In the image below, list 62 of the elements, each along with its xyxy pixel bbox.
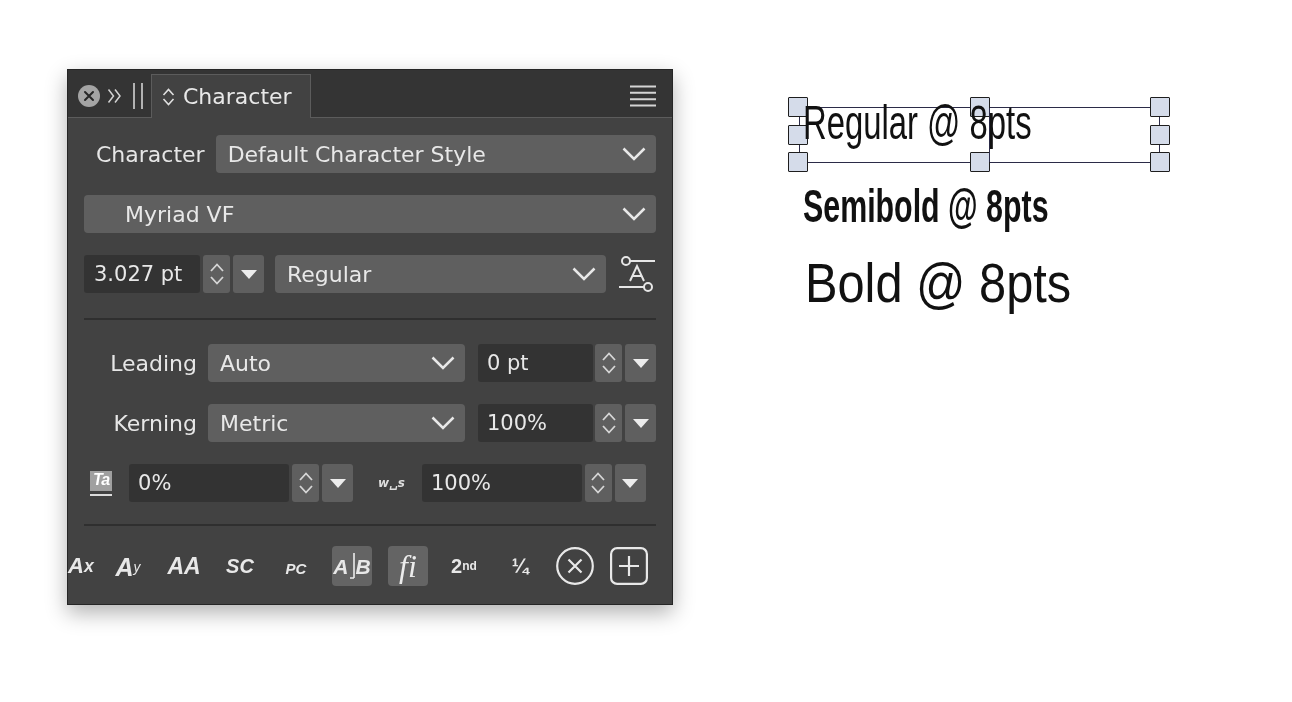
- chevron-up-down-icon: [601, 411, 616, 435]
- style-dropdown[interactable]: Default Character Style: [215, 135, 656, 173]
- double-chevron-icon[interactable]: [107, 87, 122, 104]
- value-field[interactable]: 0%: [129, 464, 290, 502]
- stepper-button[interactable]: [584, 464, 612, 502]
- chevron-up-down-icon: [209, 262, 224, 286]
- chevron-up-down-icon: [298, 471, 313, 495]
- dropdown-arrow-button[interactable]: [625, 404, 656, 442]
- field-label: Leading: [109, 350, 197, 376]
- chevron-down-icon: [431, 416, 455, 430]
- chevron-up-down-icon: [162, 86, 175, 107]
- typography-button[interactable]: AA: [164, 546, 204, 586]
- typography-button[interactable]: SC: [220, 546, 260, 586]
- chevron-down-icon: [622, 207, 646, 221]
- letter-between-lines-icon[interactable]: [618, 255, 656, 293]
- dropdown-arrow-button[interactable]: [322, 464, 354, 502]
- resize-handle[interactable]: [1150, 152, 1170, 172]
- typography-button[interactable]: A$^{y}$: [108, 546, 148, 586]
- font-family-dropdown[interactable]: Myriad VF: [84, 195, 656, 233]
- chevron-up-down-icon: [591, 471, 606, 495]
- resize-handle[interactable]: [1150, 97, 1170, 117]
- letter-tile: Ta: [90, 470, 113, 496]
- field-label: Character: [95, 141, 205, 167]
- value-field[interactable]: 0 pt: [478, 344, 593, 382]
- mode-dropdown[interactable]: Metric: [208, 404, 465, 442]
- triangle-down-icon: [622, 478, 639, 488]
- stepper-button[interactable]: [595, 344, 622, 382]
- dropdown-arrow-button[interactable]: [233, 255, 264, 293]
- font-style-dropdown[interactable]: Regular: [275, 255, 606, 293]
- stepper-button[interactable]: [203, 255, 230, 293]
- field-label: Kerning: [112, 410, 197, 436]
- font-size-field[interactable]: 3.027 pt: [84, 255, 200, 293]
- mode-dropdown[interactable]: Auto: [208, 344, 465, 382]
- circle-x-icon[interactable]: [556, 547, 594, 585]
- value-field[interactable]: 100%: [421, 464, 582, 502]
- plus-square-icon[interactable]: [610, 547, 648, 585]
- triangle-down-icon: [329, 478, 346, 488]
- resize-handle[interactable]: [969, 152, 990, 172]
- typography-button[interactable]: ¼: [500, 546, 540, 586]
- value-field[interactable]: 100%: [478, 404, 593, 442]
- typography-button[interactable]: A B: [332, 546, 372, 586]
- menu-icon[interactable]: [630, 84, 656, 107]
- resize-handle[interactable]: [788, 152, 808, 172]
- chevron-down-icon: [622, 147, 646, 161]
- triangle-down-icon: [632, 418, 649, 428]
- resize-handle[interactable]: [1150, 125, 1170, 145]
- chevron-down-icon: [572, 267, 596, 281]
- dropdown-arrow-button[interactable]: [614, 464, 646, 502]
- chevron-up-down-icon: [601, 351, 616, 375]
- typography-button[interactable]: PC: [276, 546, 316, 586]
- triangle-down-icon: [632, 358, 649, 368]
- vertical-bars-icon[interactable]: [132, 82, 144, 109]
- text-cursor-icon: [349, 553, 355, 579]
- typography-button[interactable]: fi: [388, 546, 428, 586]
- dropdown-arrow-button[interactable]: [625, 344, 656, 382]
- word-space-label: w␣s: [378, 476, 405, 490]
- chevron-down-icon: [431, 356, 455, 370]
- panel-tab[interactable]: Character: [151, 74, 311, 118]
- triangle-down-icon: [240, 269, 257, 279]
- stepper-button[interactable]: [595, 404, 622, 442]
- close-icon[interactable]: [78, 84, 100, 107]
- stepper-button[interactable]: [292, 464, 320, 502]
